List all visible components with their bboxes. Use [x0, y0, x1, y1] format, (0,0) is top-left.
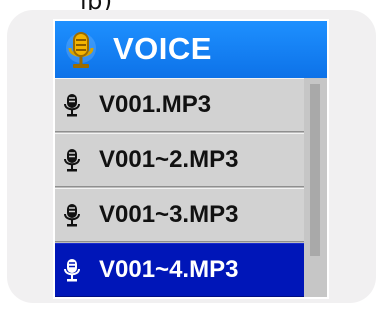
microphone-icon	[64, 259, 80, 282]
voice-file-list: V001.MP3 V001~2.MP3 V001~3.MP3 V001~4.MP…	[55, 78, 304, 297]
voice-header: VOICE	[55, 21, 327, 78]
list-item[interactable]: V001~2.MP3	[55, 133, 304, 187]
list-item[interactable]: V001.MP3	[55, 78, 304, 132]
file-name: V001~2.MP3	[99, 146, 239, 173]
list-item[interactable]: V001~3.MP3	[55, 188, 304, 242]
microphone-icon	[64, 94, 80, 117]
microphone-icon	[64, 149, 80, 172]
scrollbar[interactable]	[304, 78, 327, 297]
file-name: V001.MP3	[99, 91, 212, 118]
header-title: VOICE	[113, 31, 212, 66]
list-item-selected[interactable]: V001~4.MP3	[55, 243, 304, 297]
microphone-icon	[66, 32, 96, 68]
scrollbar-thumb[interactable]	[310, 84, 320, 256]
file-name: V001~4.MP3	[99, 256, 239, 283]
device-screen: VOICE V001.MP3 V001~2.MP3 V001~3.MP3 V00…	[53, 19, 329, 299]
microphone-icon	[64, 204, 80, 227]
file-name: V001~3.MP3	[99, 201, 239, 228]
